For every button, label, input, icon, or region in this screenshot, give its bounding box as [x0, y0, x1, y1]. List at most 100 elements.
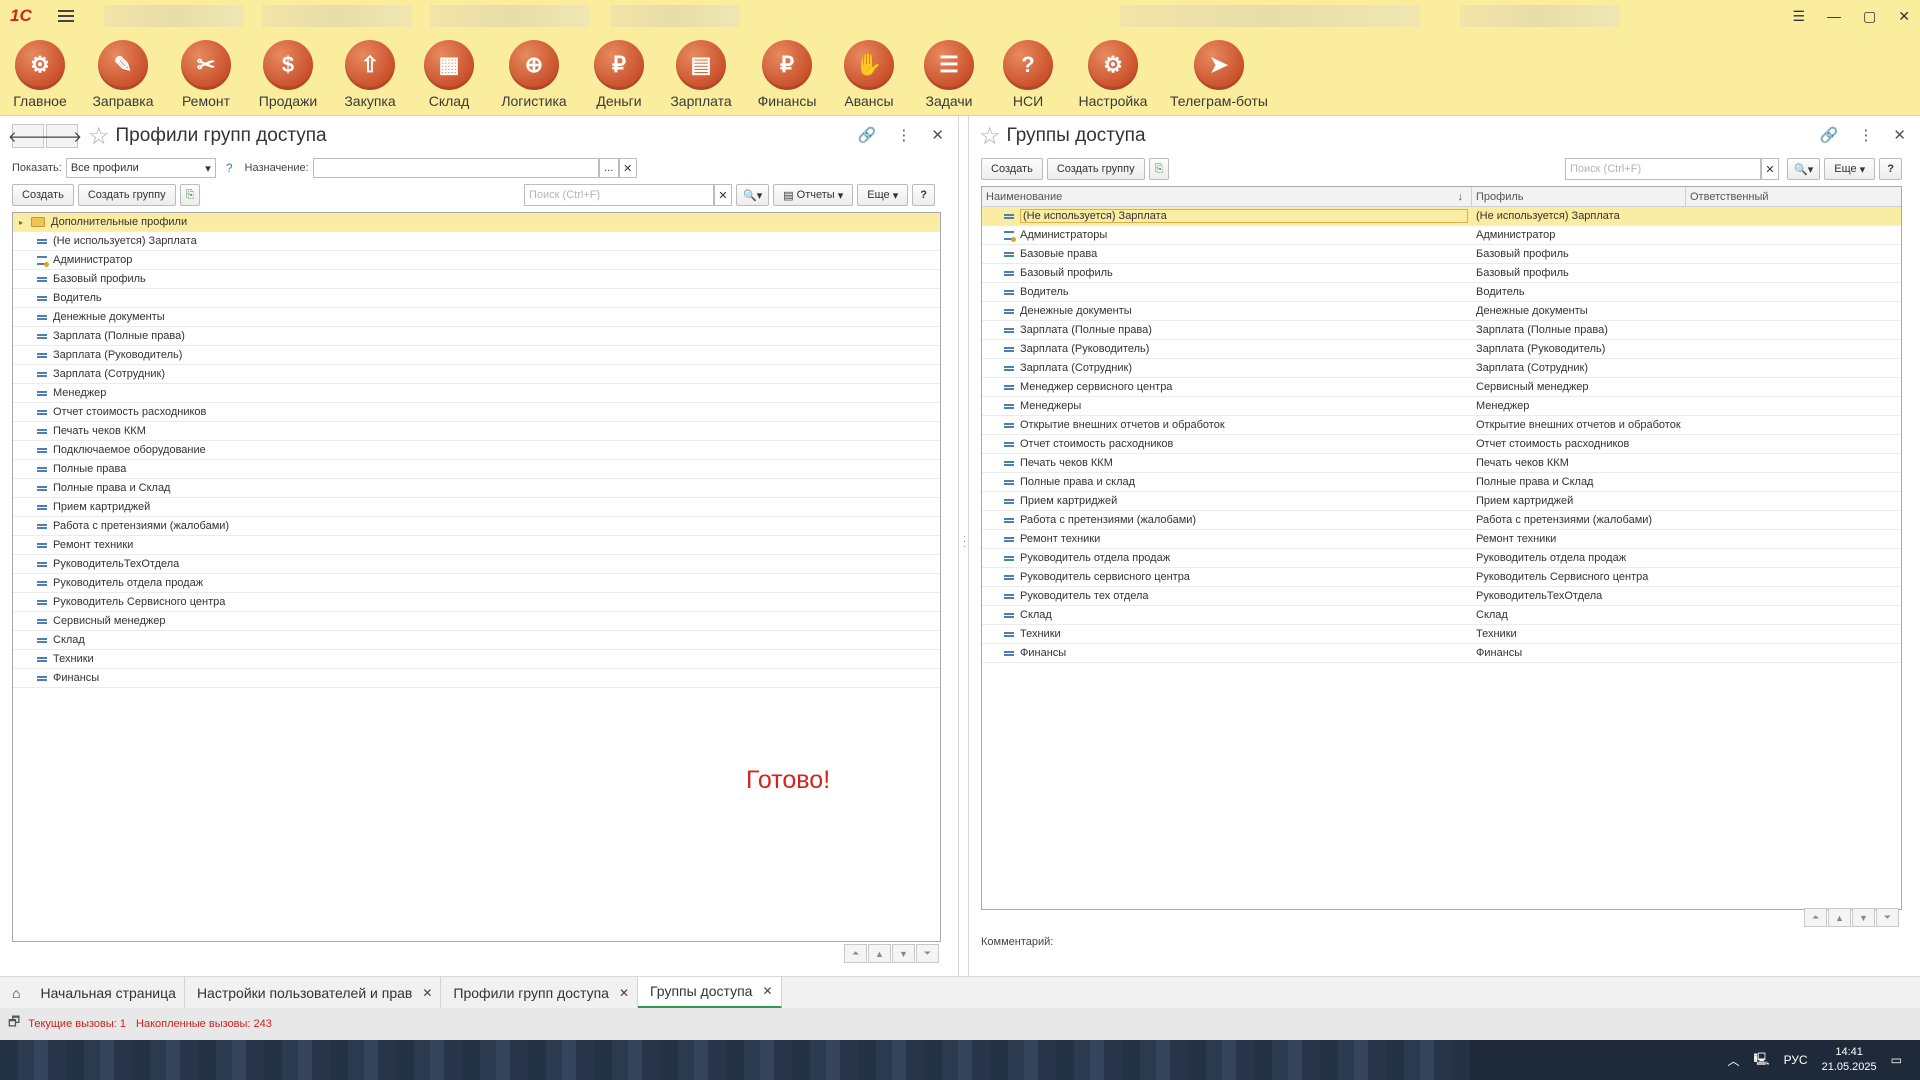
functions-menu-icon[interactable]: ☰: [1792, 8, 1805, 25]
table-row[interactable]: Базовые права Базовый профиль: [982, 245, 1901, 264]
table-row[interactable]: Склад Склад: [982, 606, 1901, 625]
purpose-select-button[interactable]: ...: [598, 158, 619, 178]
search-clear-icon[interactable]: ✕: [1761, 158, 1779, 180]
purpose-clear-icon[interactable]: ✕: [618, 158, 637, 178]
list-item[interactable]: Подключаемое оборудование: [13, 441, 940, 460]
close-button[interactable]: ✕: [1898, 8, 1910, 25]
section-money[interactable]: ₽ Деньги: [579, 40, 659, 109]
table-row[interactable]: Менеджеры Менеджер: [982, 397, 1901, 416]
add-copy-icon[interactable]: ⎘: [179, 184, 201, 206]
column-header-profile[interactable]: Профиль: [1472, 187, 1686, 206]
page-down-icon[interactable]: ▼: [892, 944, 915, 963]
section-purchase[interactable]: ⇧ Закупка: [330, 40, 410, 109]
groups-table[interactable]: Наименование ↓ Профиль Ответственный (Не …: [981, 186, 1902, 910]
page-last-icon[interactable]: ⏷: [1876, 908, 1899, 927]
section-salary[interactable]: ▤ Зарплата: [661, 40, 741, 109]
list-item[interactable]: Техники: [13, 650, 940, 669]
table-row[interactable]: Руководитель тех отдела РуководительТехОт…: [982, 587, 1901, 606]
more-vertical-icon[interactable]: ⋮: [1858, 126, 1873, 144]
language-indicator[interactable]: РУС: [1784, 1053, 1808, 1067]
purpose-field[interactable]: [312, 158, 599, 178]
table-row[interactable]: Ремонт техники Ремонт техники: [982, 530, 1901, 549]
close-tab-icon[interactable]: ✕: [422, 986, 432, 1000]
list-item[interactable]: Администратор: [13, 251, 940, 270]
list-item[interactable]: Отчет стоимость расходников: [13, 403, 940, 422]
list-item[interactable]: Водитель: [13, 289, 940, 308]
column-header-name[interactable]: Наименование ↓: [982, 187, 1472, 206]
create-group-button[interactable]: Создать группу: [1046, 158, 1145, 180]
search-options-button[interactable]: 🔍 ▾: [1787, 158, 1821, 180]
table-row[interactable]: Работа с претензиями (жалобами) Работа с …: [982, 511, 1901, 530]
table-row[interactable]: Руководитель отдела продаж Руководитель о…: [982, 549, 1901, 568]
network-icon[interactable]: 🖳: [1754, 1050, 1770, 1071]
clock[interactable]: 14:41 21.05.2025: [1822, 1045, 1877, 1075]
window-tab[interactable]: Настройки пользователей и прав ✕: [185, 976, 442, 1009]
more-vertical-icon[interactable]: ⋮: [896, 126, 911, 144]
list-item[interactable]: Руководитель отдела продаж: [13, 574, 940, 593]
table-row[interactable]: Руководитель сервисного центра Руководите…: [982, 568, 1901, 587]
minimize-button[interactable]: —: [1827, 8, 1841, 24]
show-select[interactable]: Все профили ▾: [65, 158, 216, 178]
window-tab[interactable]: Начальная страница: [28, 976, 185, 1009]
search-clear-icon[interactable]: ✕: [714, 184, 732, 206]
favorite-star-icon[interactable]: ☆: [88, 122, 110, 151]
search-input[interactable]: Поиск (Ctrl+F): [524, 184, 714, 206]
list-item[interactable]: Полные права: [13, 460, 940, 479]
list-item[interactable]: Склад: [13, 631, 940, 650]
notifications-icon[interactable]: ▭: [1891, 1053, 1902, 1067]
favorite-star-icon[interactable]: ☆: [979, 122, 1001, 151]
list-item[interactable]: Руководитель Сервисного центра: [13, 593, 940, 612]
list-item[interactable]: Зарплата (Руководитель): [13, 346, 940, 365]
window-tab[interactable]: Группы доступа ✕: [638, 976, 782, 1009]
section-finance[interactable]: ₽ Финансы: [747, 40, 827, 109]
section-main[interactable]: ⚙ Главное: [0, 40, 80, 109]
home-icon[interactable]: ⌂: [0, 985, 28, 1001]
add-copy-icon[interactable]: ⎘: [1148, 158, 1170, 180]
page-down-icon[interactable]: ▼: [1852, 908, 1875, 927]
section-advances[interactable]: ✋ Авансы: [829, 40, 909, 109]
table-row[interactable]: Зарплата (Полные права) Зарплата (Полные …: [982, 321, 1901, 340]
search-options-button[interactable]: 🔍 ▾: [736, 184, 770, 206]
window-tab[interactable]: Профили групп доступа ✕: [441, 976, 639, 1009]
column-header-responsible[interactable]: Ответственный: [1686, 187, 1901, 206]
section-tasks[interactable]: ☰ Задачи: [909, 40, 989, 109]
section-telegram[interactable]: ➤ Телеграм-боты: [1170, 40, 1268, 109]
table-row[interactable]: Водитель Водитель: [982, 283, 1901, 302]
page-first-icon[interactable]: ⏶: [844, 944, 867, 963]
help-button[interactable]: ?: [1879, 158, 1902, 180]
list-item[interactable]: Зарплата (Сотрудник): [13, 365, 940, 384]
page-first-icon[interactable]: ⏶: [1804, 908, 1827, 927]
create-group-button[interactable]: Создать группу: [77, 184, 176, 206]
create-button[interactable]: Создать: [981, 158, 1043, 180]
reports-button[interactable]: ▤ Отчеты ▾: [773, 184, 854, 206]
table-row[interactable]: Открытие внешних отчетов и обработок Откр…: [982, 416, 1901, 435]
create-button[interactable]: Создать: [12, 184, 74, 206]
app-logo[interactable]: 1С: [10, 5, 44, 27]
more-button[interactable]: Еще ▾: [857, 184, 909, 206]
tray-chevron-icon[interactable]: ︿: [1728, 1052, 1740, 1069]
profiles-list[interactable]: ▸ Дополнительные профили (Не используетс…: [12, 212, 941, 942]
section-logistics[interactable]: ⊕ Логистика: [494, 40, 574, 109]
link-icon[interactable]: 🔗: [1820, 126, 1839, 144]
list-item[interactable]: РуководительТехОтдела: [13, 555, 940, 574]
list-item[interactable]: Полные права и Склад: [13, 479, 940, 498]
list-item[interactable]: Менеджер: [13, 384, 940, 403]
list-item[interactable]: Базовый профиль: [13, 270, 940, 289]
page-up-icon[interactable]: ▲: [1828, 908, 1851, 927]
table-row[interactable]: Полные права и склад Полные права и Склад: [982, 473, 1901, 492]
close-tab-icon[interactable]: ✕: [619, 986, 629, 1000]
forward-button[interactable]: 🡒: [42, 124, 82, 148]
search-input[interactable]: Поиск (Ctrl+F): [1565, 158, 1761, 180]
table-row[interactable]: Техники Техники: [982, 625, 1901, 644]
back-button[interactable]: 🡐: [8, 124, 48, 148]
close-tab-icon[interactable]: ✕: [762, 984, 772, 998]
page-last-icon[interactable]: ⏷: [916, 944, 939, 963]
list-item[interactable]: Финансы: [13, 669, 940, 688]
list-item[interactable]: Работа с претензиями (жалобами): [13, 517, 940, 536]
table-row[interactable]: Печать чеков ККМ Печать чеков ККМ: [982, 454, 1901, 473]
section-settings[interactable]: ⚙ Настройка: [1073, 40, 1153, 109]
maximize-button[interactable]: ▢: [1863, 8, 1876, 25]
close-form-icon[interactable]: ✕: [931, 126, 944, 144]
list-item[interactable]: Сервисный менеджер: [13, 612, 940, 631]
help-button[interactable]: ?: [912, 184, 935, 206]
